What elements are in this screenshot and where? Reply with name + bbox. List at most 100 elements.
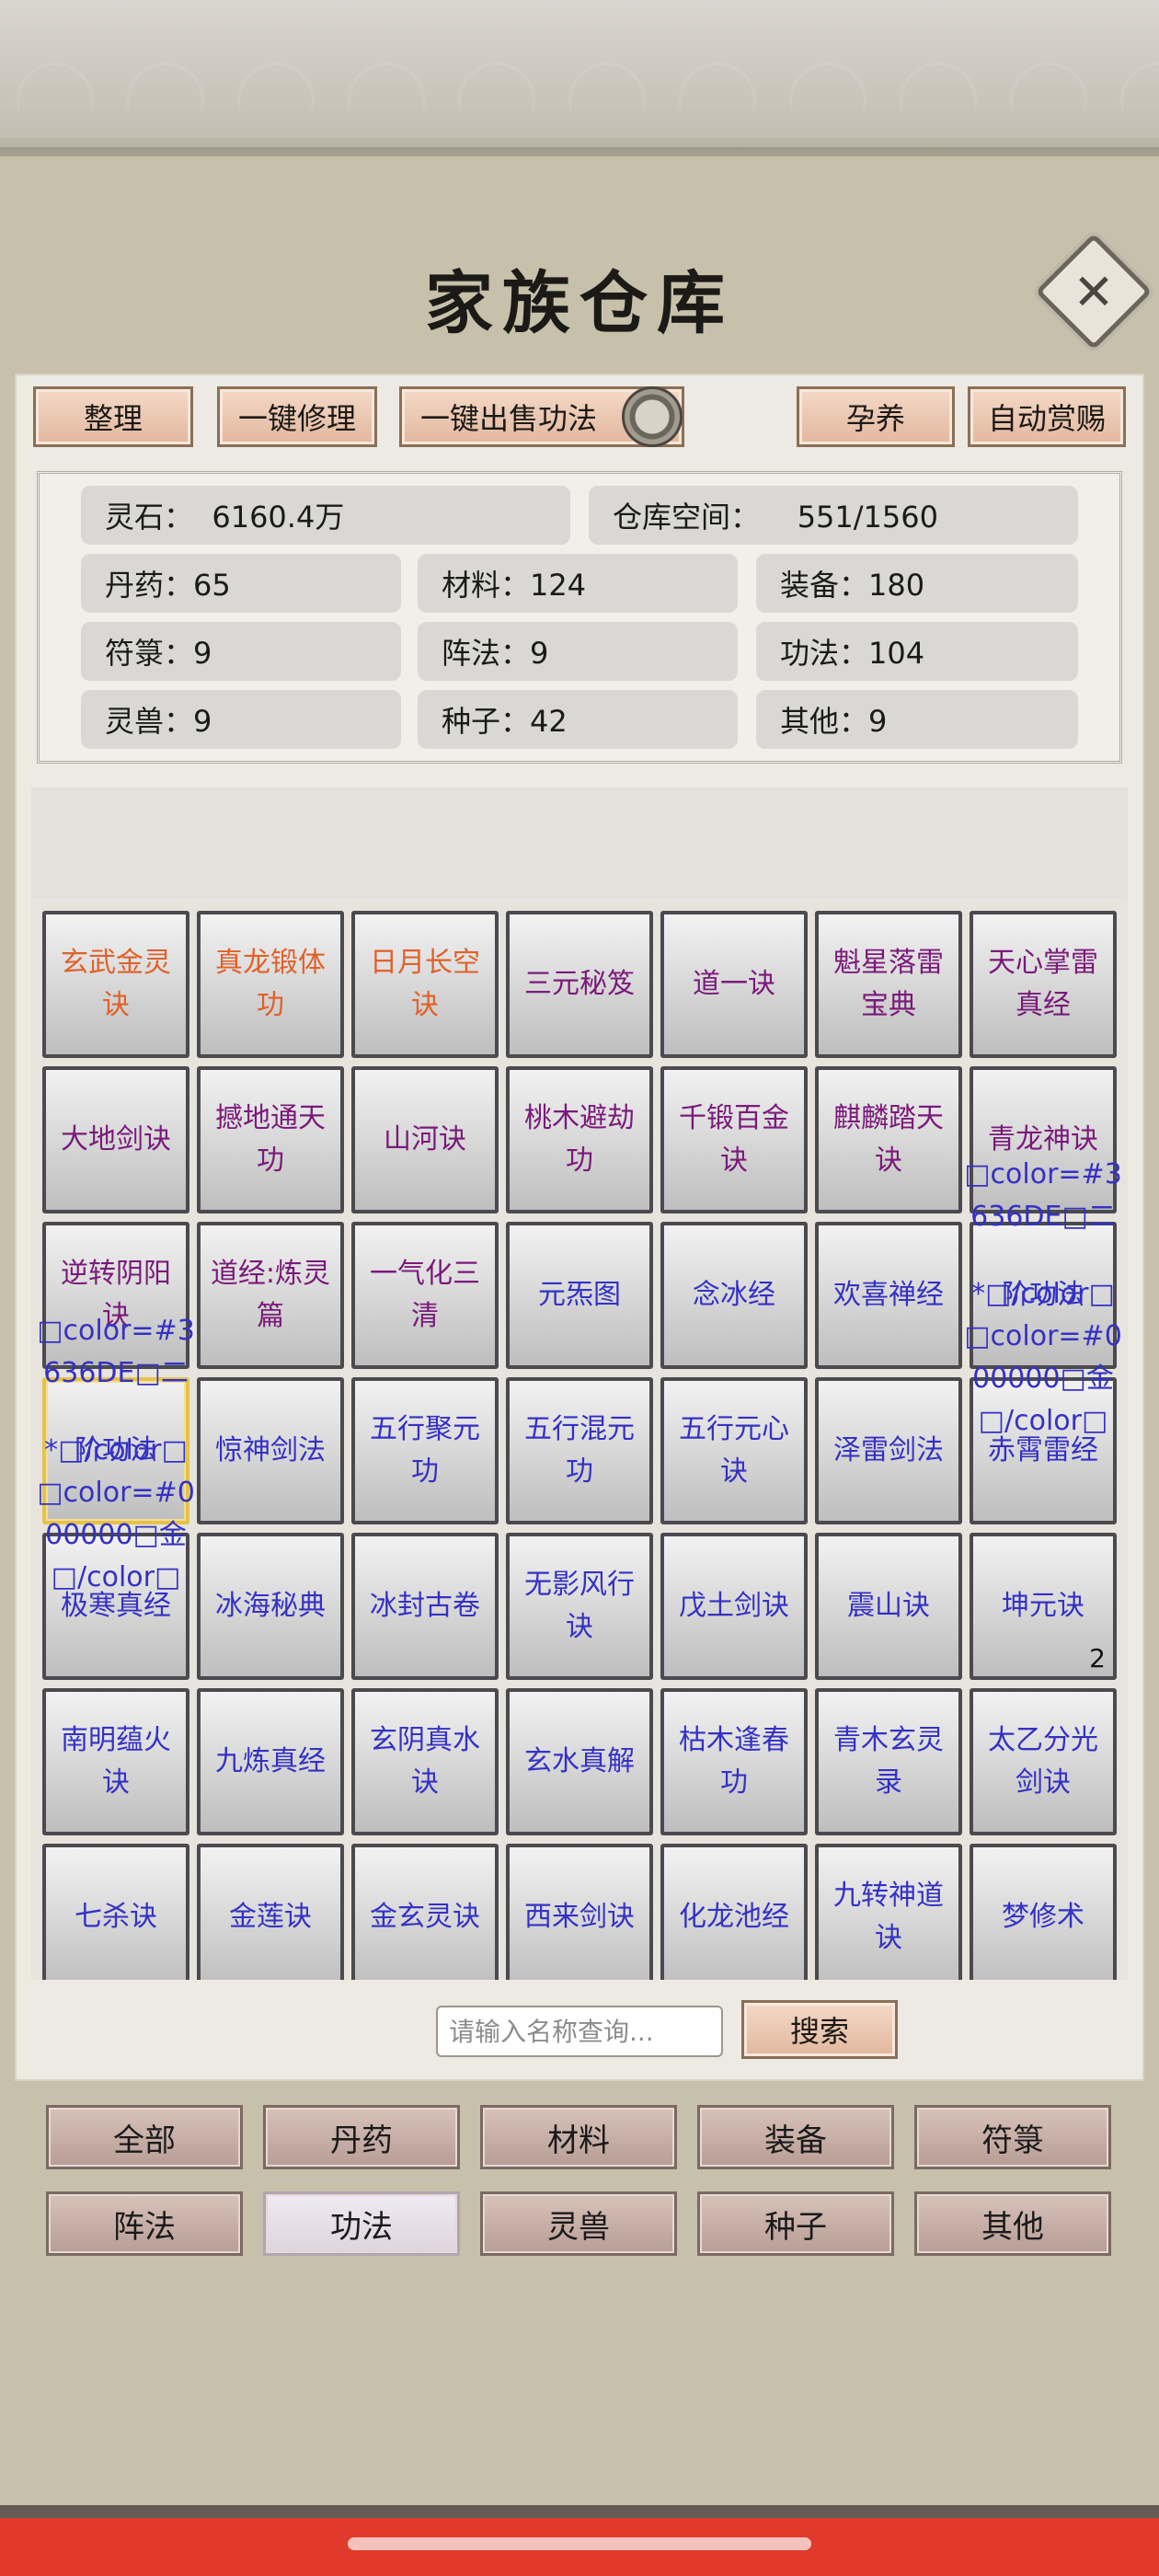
grid-item[interactable]: 冰海秘典 [197,1533,344,1680]
search-button[interactable]: 搜索 [741,2000,898,2059]
grid-item[interactable]: 化龙池经 [660,1844,808,1980]
grid-item-name: 五行混元功 [524,1413,635,1488]
grid-item-name: 无影风行诀 [524,1569,635,1643]
grid-item[interactable]: 青木玄灵录 [815,1688,962,1835]
stat-formations: 阵法：9 [418,622,738,681]
grid-item[interactable]: 金玄灵诀 [351,1844,499,1980]
grid-item[interactable]: 麒麟踏天诀 [815,1066,962,1213]
grid-item[interactable]: 大地剑诀 [42,1066,189,1213]
grid-item[interactable]: 桃木避劫功 [506,1066,653,1213]
grid-item[interactable]: 无影风行诀 [506,1533,653,1680]
category-tab[interactable]: 灵兽 [480,2191,677,2256]
grid-item[interactable]: 西来剑诀 [506,1844,653,1980]
stat-materials: 材料：124 [418,554,738,613]
grid-item-name: 桃木避劫功 [524,1102,635,1177]
grid-item[interactable]: 梦修术 [970,1844,1117,1980]
search-input[interactable] [436,2006,723,2057]
category-tab[interactable]: 种子 [697,2191,894,2256]
grid-item-name: 九转神道诀 [833,1880,944,1954]
grid-item[interactable]: 赤霄雷经 [970,1377,1117,1524]
grid-item[interactable]: 五行聚元功 [351,1377,499,1524]
stat-seeds: 种子：42 [418,690,738,749]
grid-item[interactable]: 玄武金灵诀 [42,911,189,1058]
grid-item[interactable]: 震山诀 [815,1533,962,1680]
grid-item-name: 枯木逢春功 [679,1724,789,1799]
category-tab[interactable]: 全部 [46,2105,243,2169]
grid-item[interactable]: 九转神道诀 [815,1844,962,1980]
grid-item-name: 九炼真经 [215,1745,326,1777]
category-tab[interactable]: 符箓 [914,2105,1111,2169]
category-tab[interactable]: 其他 [914,2191,1111,2256]
repair-all-button[interactable]: 一键修理 [217,386,377,447]
grid-item-name: 欢喜禅经 [833,1279,944,1311]
grid-item[interactable]: 千锻百金诀 [660,1066,808,1213]
grid-item[interactable]: 道一诀 [660,911,808,1058]
grid-item-name: 西来剑诀 [524,1901,635,1933]
grid-item-name: 震山诀 [847,1590,930,1622]
grid-item[interactable]: 真龙锻体功 [197,911,344,1058]
grid-item-name: 道一诀 [693,968,775,1000]
grid-item[interactable]: 阶功法 [970,1222,1117,1369]
grid-item[interactable]: 南明蕴火诀 [42,1688,189,1835]
grid-item[interactable]: 玄阴真水诀 [351,1688,499,1835]
grid-item[interactable]: 三元秘笈 [506,911,653,1058]
item-grid: 玄武金灵诀 真龙锻体功 日月长空诀 三元秘笈 道一诀 魁星落雷宝典 天心掌雷真经大地剑诀 撼地… [31,898,1128,1980]
grid-item[interactable]: 青龙神诀 [970,1066,1117,1213]
grid-item-name: 大地剑诀 [61,1123,171,1156]
grid-item[interactable]: 欢喜禅经 [815,1222,962,1369]
grid-item-name: 金莲诀 [229,1901,312,1933]
grid-item[interactable]: 泽雷剑法 [815,1377,962,1524]
grid-item-name: 太乙分光剑诀 [988,1724,1098,1799]
grid-item-name: 玄水真解 [524,1745,635,1777]
category-tab[interactable]: 装备 [697,2105,894,2169]
grid-item[interactable]: 一气化三清 [351,1222,499,1369]
grid-item[interactable]: 逆转阴阳诀 [42,1222,189,1369]
home-indicator[interactable] [348,2537,811,2550]
grid-item-name: 阶功法 [75,1434,157,1466]
category-tab[interactable]: 丹药 [263,2105,460,2169]
stat-storage: 仓库空间： 551/1560 [589,486,1078,545]
close-icon: ✕ [1073,262,1115,321]
grid-header-space [31,788,1128,898]
grid-item[interactable]: 九炼真经 [197,1688,344,1835]
grid-item-name: 元炁图 [538,1279,621,1311]
grid-item[interactable]: 坤元诀 2 [970,1533,1117,1680]
grid-item[interactable]: 念冰经 [660,1222,808,1369]
grid-item-name: 道经:炼灵篇 [210,1258,331,1332]
grid-item[interactable]: 太乙分光剑诀 [970,1688,1117,1835]
nurture-button[interactable]: 孕养 [797,386,955,447]
grid-item[interactable]: 玄水真解 [506,1688,653,1835]
grid-item-name: 戊土剑诀 [679,1590,789,1622]
page-title: 家族仓库 [425,264,734,343]
grid-item[interactable]: 七杀诀 [42,1844,189,1980]
grid-item[interactable]: 山河诀 [351,1066,499,1213]
grid-item[interactable]: 五行混元功 [506,1377,653,1524]
grid-item-name: 惊神剑法 [215,1434,326,1466]
grid-item[interactable]: 撼地通天功 [197,1066,344,1213]
grid-item-name: 金玄灵诀 [370,1901,480,1933]
category-tab[interactable]: 阵法 [46,2191,243,2256]
grid-item[interactable]: 惊神剑法 [197,1377,344,1524]
grid-item[interactable]: 元炁图 [506,1222,653,1369]
grid-item[interactable]: 天心掌雷真经 [970,911,1117,1058]
grid-item[interactable]: 极寒真经 [42,1533,189,1680]
grid-item[interactable]: 日月长空诀 [351,911,499,1058]
grid-item-name: 念冰经 [693,1279,775,1311]
grid-item-name: 日月长空诀 [370,947,480,1021]
category-tab[interactable]: 功法 [263,2191,460,2256]
gear-icon[interactable] [622,386,683,447]
grid-item[interactable]: 枯木逢春功 [660,1688,808,1835]
grid-item[interactable]: 冰封古卷 [351,1533,499,1680]
grid-item[interactable]: 金莲诀 [197,1844,344,1980]
grid-item[interactable]: 魁星落雷宝典 [815,911,962,1058]
auto-reward-button[interactable]: 自动赏赐 [968,386,1126,447]
arrange-button[interactable]: 整理 [33,386,193,447]
grid-item[interactable]: 五行元心诀 [660,1377,808,1524]
grid-item[interactable]: 戊土剑诀 [660,1533,808,1680]
category-tab[interactable]: 材料 [480,2105,677,2169]
grid-item-name: 泽雷剑法 [833,1434,944,1466]
grid-item[interactable]: 阶功法 [42,1377,189,1524]
grid-item[interactable]: 道经:炼灵篇 [197,1222,344,1369]
grid-item-name: 麒麟踏天诀 [833,1102,944,1177]
grid-item-name: 三元秘笈 [524,968,635,1000]
